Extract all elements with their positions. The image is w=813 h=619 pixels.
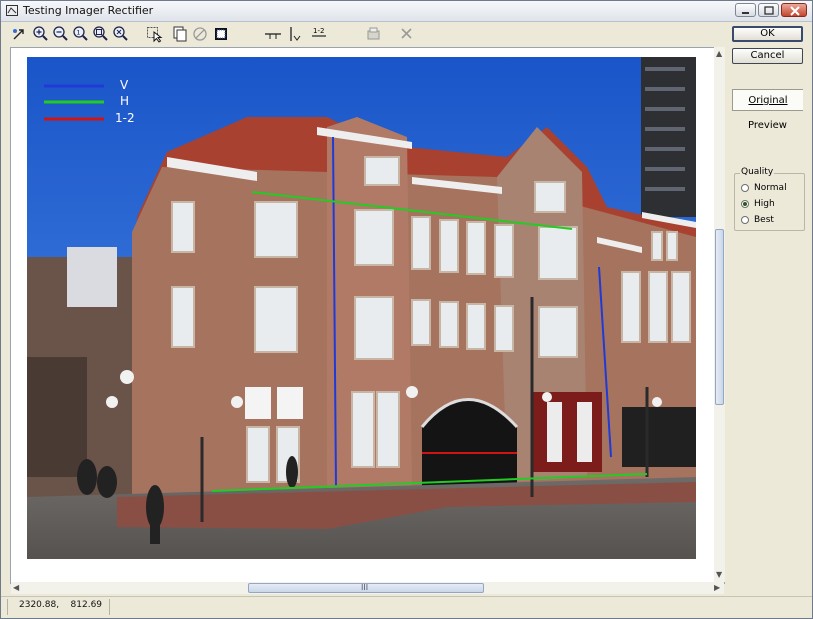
crop-icon bbox=[215, 28, 227, 40]
zoom-window-icon bbox=[113, 26, 128, 41]
point-line-icon: 1-2 bbox=[312, 27, 326, 37]
cancel-button[interactable]: Cancel bbox=[732, 48, 803, 64]
quality-group: Quality Normal High Best bbox=[734, 167, 805, 231]
radio-high[interactable] bbox=[741, 200, 749, 208]
select-arrow-icon bbox=[13, 29, 24, 40]
svg-text:1-2: 1-2 bbox=[313, 27, 324, 35]
tab-original[interactable]: Original bbox=[732, 89, 803, 111]
tool-crop[interactable] bbox=[212, 25, 230, 43]
tool-vertical-line[interactable] bbox=[286, 25, 304, 43]
tool-horizontal-line[interactable] bbox=[264, 25, 282, 43]
status-bar: 2320.88, 812.69 bbox=[1, 596, 812, 618]
tool-point-line[interactable]: 1-2 bbox=[310, 25, 328, 43]
copy-icon bbox=[173, 26, 187, 42]
horizontal-scroll-thumb[interactable]: III bbox=[248, 583, 484, 593]
legend-label-h: H bbox=[120, 94, 130, 108]
quality-option-label: Best bbox=[754, 215, 774, 225]
quality-option-label: Normal bbox=[754, 183, 787, 193]
export-icon bbox=[367, 27, 380, 40]
window-title: Testing Imager Rectifier bbox=[23, 4, 154, 17]
scroll-up-icon[interactable]: ▲ bbox=[716, 49, 722, 58]
vertical-scrollbar[interactable]: ▲ ▼ bbox=[714, 47, 725, 582]
maximize-button[interactable] bbox=[758, 3, 779, 17]
vertical-scroll-thumb[interactable] bbox=[715, 229, 724, 405]
rectifier-window: Testing Imager Rectifier 1 1-2 V H 1-2 ▲… bbox=[0, 0, 813, 619]
delete-icon bbox=[401, 28, 412, 39]
toolbar: 1 1-2 bbox=[1, 22, 723, 46]
scroll-left-icon[interactable]: ◀ bbox=[13, 583, 19, 592]
status-separator bbox=[7, 599, 8, 615]
vertical-line-icon bbox=[290, 27, 301, 41]
tool-export[interactable] bbox=[365, 25, 383, 43]
svg-text:1: 1 bbox=[77, 30, 81, 37]
legend-label-v: V bbox=[120, 78, 129, 92]
minimize-button[interactable] bbox=[735, 3, 756, 17]
scroll-down-icon[interactable]: ▼ bbox=[716, 570, 722, 579]
tool-select-arrow[interactable] bbox=[11, 25, 29, 43]
view-tabs: Original Preview bbox=[732, 89, 804, 139]
horizontal-scrollbar[interactable]: ◀ III ▶ bbox=[11, 582, 724, 594]
zoom-in-icon bbox=[33, 26, 48, 41]
status-separator bbox=[109, 599, 110, 615]
quality-option-label: High bbox=[754, 199, 775, 209]
radio-normal[interactable] bbox=[741, 184, 749, 192]
minimize-icon bbox=[742, 12, 749, 14]
tool-zoom-actual[interactable]: 1 bbox=[72, 25, 90, 43]
cursor-coordinates: 2320.88, 812.69 bbox=[19, 600, 102, 610]
radio-best[interactable] bbox=[741, 216, 749, 224]
pointer-select-icon bbox=[147, 27, 163, 43]
tool-zoom-out[interactable] bbox=[52, 25, 70, 43]
clear-icon bbox=[193, 27, 207, 41]
tool-zoom-window[interactable] bbox=[112, 25, 130, 43]
scroll-grip: III bbox=[361, 583, 369, 592]
rectified-photo[interactable] bbox=[27, 57, 696, 559]
close-button[interactable] bbox=[781, 3, 807, 17]
ok-button[interactable]: OK bbox=[732, 26, 803, 42]
quality-group-title: Quality bbox=[740, 167, 775, 177]
tool-pointer-select[interactable] bbox=[146, 25, 164, 43]
legend-label-1-2: 1-2 bbox=[115, 111, 135, 125]
app-icon bbox=[6, 5, 18, 16]
tab-preview[interactable]: Preview bbox=[732, 115, 803, 137]
title-bar: Testing Imager Rectifier bbox=[1, 1, 812, 22]
maximize-icon bbox=[764, 6, 774, 15]
coord-x: 2320.88, bbox=[19, 600, 60, 610]
horizontal-line-icon bbox=[265, 33, 281, 39]
tool-delete[interactable] bbox=[398, 25, 416, 43]
tool-zoom-in[interactable] bbox=[32, 25, 50, 43]
tool-zoom-fit[interactable] bbox=[92, 25, 110, 43]
close-icon bbox=[790, 6, 800, 16]
tool-clear[interactable] bbox=[191, 25, 209, 43]
zoom-out-icon bbox=[53, 26, 68, 41]
zoom-fit-icon bbox=[93, 26, 108, 41]
coord-y: 812.69 bbox=[70, 600, 103, 610]
tool-copy[interactable] bbox=[171, 25, 189, 43]
image-canvas[interactable]: V H 1-2 bbox=[10, 47, 725, 584]
scroll-right-icon[interactable]: ▶ bbox=[714, 583, 720, 592]
zoom-actual-icon: 1 bbox=[73, 26, 88, 41]
